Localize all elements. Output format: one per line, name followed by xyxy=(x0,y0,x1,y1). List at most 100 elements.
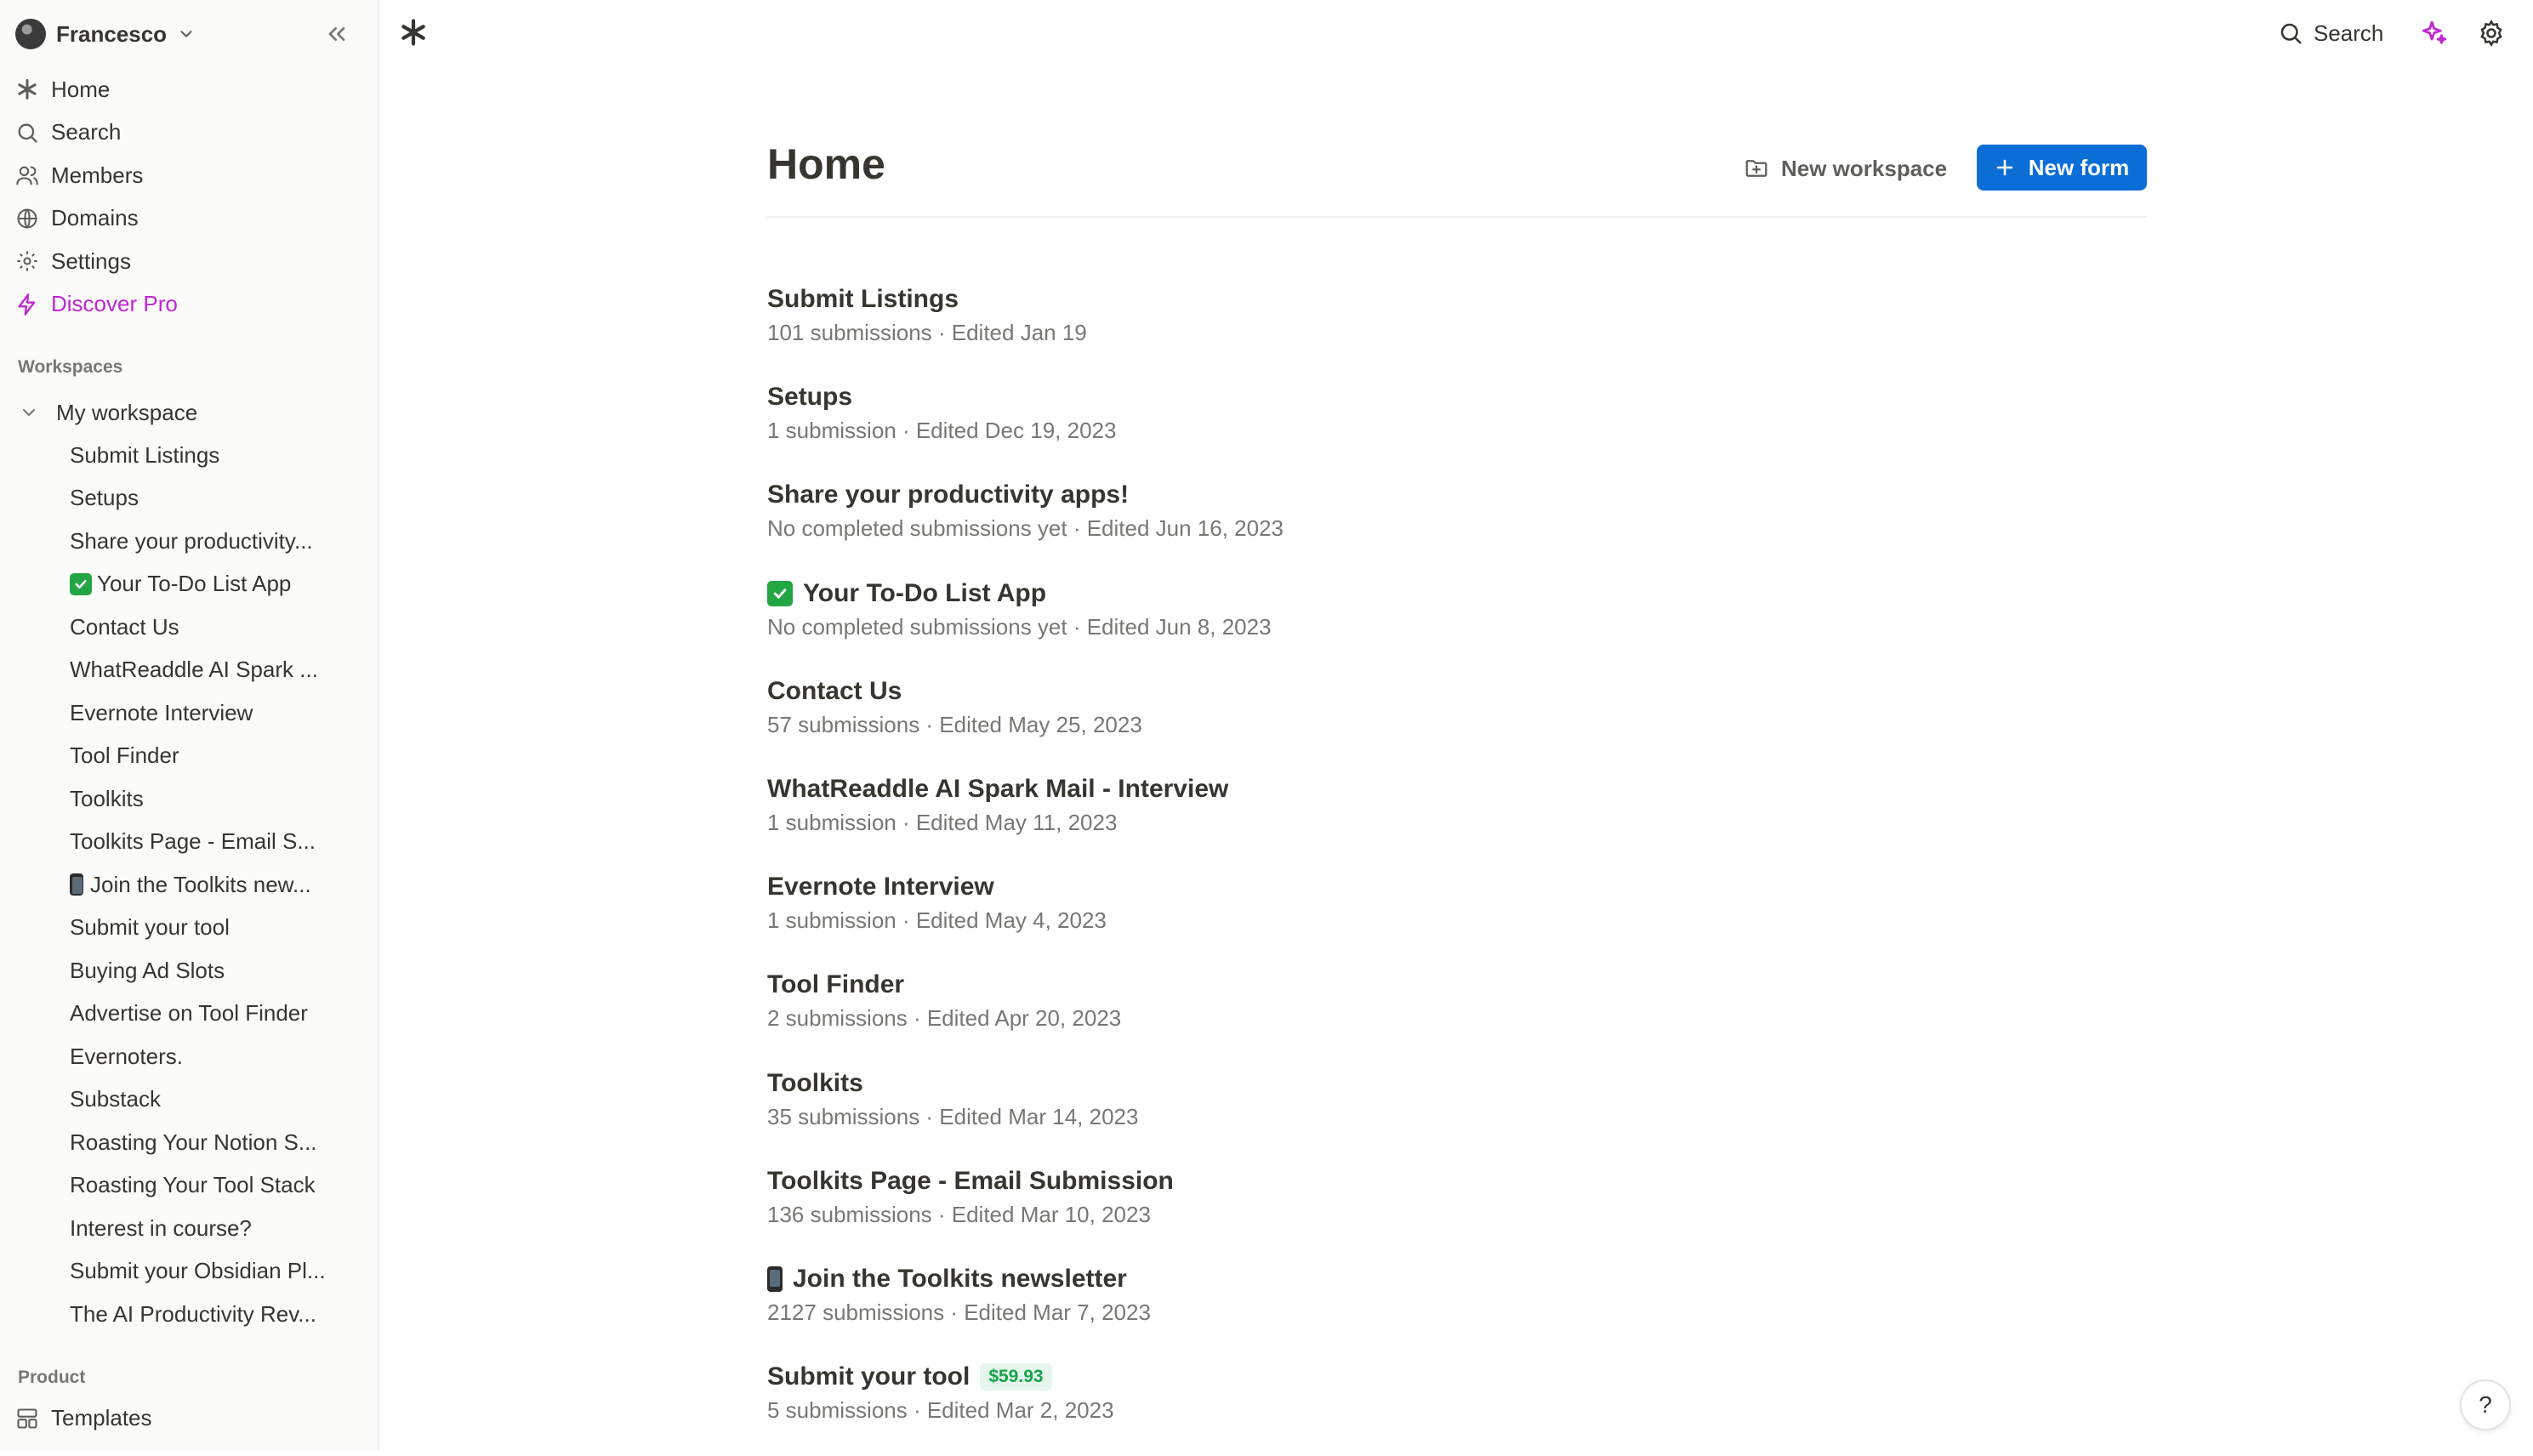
sidebar-item-members[interactable]: Members xyxy=(15,154,364,197)
form-meta: 35 submissions · Edited Mar 14, 2023 xyxy=(767,1103,1139,1129)
sidebar-item-label: Home xyxy=(51,76,111,102)
sidebar-form-item[interactable]: Toolkits xyxy=(70,777,342,821)
form-title: Your To-Do List App xyxy=(803,578,1047,607)
form-meta: 2127 submissions · Edited Mar 7, 2023 xyxy=(767,1299,1151,1325)
sidebar-form-item[interactable]: Substack xyxy=(70,1078,342,1122)
form-list-item[interactable]: Your To-Do List App No completed submiss… xyxy=(767,575,2147,673)
chevron-down-icon xyxy=(180,31,192,37)
top-search-label: Search xyxy=(2314,20,2384,46)
form-title-row: Submit your tool $59.93 xyxy=(767,1358,2147,1396)
form-title-row: Your To-Do List App xyxy=(767,575,2147,612)
new-workspace-label: New workspace xyxy=(1781,155,1948,181)
price-badge: $59.93 xyxy=(980,1363,1052,1391)
sidebar-form-item[interactable]: Submit your tool xyxy=(70,907,342,950)
gear-icon xyxy=(17,251,37,271)
collapse-sidebar-icon[interactable] xyxy=(323,20,350,48)
sidebar-form-item[interactable]: Evernote Interview xyxy=(70,691,342,735)
templates-icon xyxy=(17,1408,37,1429)
sidebar-item-label: Templates xyxy=(51,1405,152,1430)
sidebar-item-search[interactable]: Search xyxy=(15,111,364,155)
asterisk-logo-icon[interactable] xyxy=(398,17,429,48)
help-button[interactable]: ? xyxy=(2460,1379,2511,1430)
sidebar-item-label: Discover Pro xyxy=(51,291,178,317)
sidebar-form-item[interactable]: Interest in course? xyxy=(70,1207,342,1250)
workspace-name: My workspace xyxy=(56,399,198,425)
form-list-item[interactable]: Toolkits Page - Email Submission 136 sub… xyxy=(767,1163,2147,1260)
sidebar-form-item[interactable]: Buying Ad Slots xyxy=(70,949,342,992)
account-switcher[interactable]: Francesco xyxy=(15,17,196,51)
sidebar-form-item[interactable]: Contact Us xyxy=(70,606,342,649)
sidebar-form-item[interactable]: Your To-Do List App xyxy=(70,563,342,606)
chevron-down-icon xyxy=(22,408,36,417)
form-meta: 5 submissions · Edited Mar 2, 2023 xyxy=(767,1397,1114,1424)
sidebar-form-item[interactable]: Setups xyxy=(70,477,342,520)
asterisk-icon xyxy=(18,79,37,100)
form-title: Toolkits xyxy=(767,1068,863,1097)
search-icon xyxy=(18,123,37,143)
form-list-item[interactable]: Tool Finder 2 submissions · Edited Apr 2… xyxy=(767,966,2147,1064)
globe-icon xyxy=(17,208,37,229)
top-search-button[interactable]: Search xyxy=(2278,17,2383,49)
form-meta: 1 submission · Edited May 4, 2023 xyxy=(767,907,1107,934)
sidebar-item-domains[interactable]: Domains xyxy=(15,197,364,241)
sidebar-form-item[interactable]: Roasting Your Notion S... xyxy=(70,1121,342,1164)
search-icon xyxy=(2280,23,2302,44)
sidebar-item-home[interactable]: Home xyxy=(15,68,364,111)
form-title: Submit your tool xyxy=(767,1362,971,1391)
sidebar-item-settings[interactable]: Settings xyxy=(15,240,364,283)
workspace-form-list: Submit Listings Setups Share your produc… xyxy=(70,434,342,1336)
gear-icon[interactable] xyxy=(2477,19,2506,48)
sidebar-item-label: Search xyxy=(51,119,122,145)
form-list-item[interactable]: Evernote Interview 1 submission · Edited… xyxy=(767,868,2147,966)
sidebar-nav: Home Search Members Domains Settings Dis… xyxy=(15,68,364,326)
form-list-item[interactable]: Contact Us 57 submissions · Edited May 2… xyxy=(767,673,2147,771)
new-form-button[interactable]: New form xyxy=(1977,145,2147,191)
sidebar-form-item[interactable]: Evernoters. xyxy=(70,1035,342,1078)
sidebar-form-item[interactable]: The AI Productivity Rev... xyxy=(70,1293,342,1336)
plus-icon xyxy=(1996,159,2013,176)
form-title: Tool Finder xyxy=(767,970,905,999)
form-list-item[interactable]: Toolkits 35 submissions · Edited Mar 14,… xyxy=(767,1065,2147,1163)
sidebar-form-item[interactable]: Submit your Obsidian Pl... xyxy=(70,1250,342,1294)
sidebar-form-item[interactable]: Advertise on Tool Finder xyxy=(70,992,342,1036)
form-title: Join the Toolkits newsletter xyxy=(793,1264,1127,1293)
folder-plus-icon xyxy=(1745,160,1767,177)
form-title: Toolkits Page - Email Submission xyxy=(767,1166,1174,1195)
form-list-item[interactable]: Submit your tool $59.93 5 submissions · … xyxy=(767,1358,2147,1456)
sidebar-item-label: Domains xyxy=(51,205,139,231)
form-meta: No completed submissions yet · Edited Ju… xyxy=(767,515,1284,542)
sidebar-form-item[interactable]: Share your productivity... xyxy=(70,520,342,563)
sparkle-icon[interactable] xyxy=(2420,19,2449,48)
form-list-item[interactable]: WhatReaddle AI Spark Mail - Interview 1 … xyxy=(767,771,2147,868)
form-meta: No completed submissions yet · Edited Ju… xyxy=(767,613,1272,640)
form-title: Evernote Interview xyxy=(767,873,994,901)
sidebar-item-label: Settings xyxy=(51,247,131,274)
form-list-item[interactable]: Submit Listings 101 submissions · Edited… xyxy=(767,281,2147,378)
check-mark-icon xyxy=(767,580,793,606)
sidebar-item-templates[interactable]: Templates xyxy=(15,1405,152,1431)
form-meta: 1 submission · Edited May 11, 2023 xyxy=(767,809,1118,835)
page-title: Home xyxy=(767,140,885,188)
new-workspace-button[interactable]: New workspace xyxy=(1744,151,1947,185)
form-list: Submit Listings 101 submissions · Edited… xyxy=(767,281,2147,1456)
form-title: Setups xyxy=(767,383,853,412)
form-list-item[interactable]: Share your productivity apps! No complet… xyxy=(767,476,2147,574)
sidebar-form-item[interactable]: WhatReaddle AI Spark ... xyxy=(70,649,342,692)
sidebar-form-item[interactable]: Roasting Your Tool Stack xyxy=(70,1164,342,1208)
check-mark-icon xyxy=(70,572,92,595)
sidebar-form-item[interactable]: Tool Finder xyxy=(70,735,342,778)
form-list-item[interactable]: Join the Toolkits newsletter 2127 submis… xyxy=(767,1260,2147,1358)
sidebar-form-item[interactable]: Toolkits Page - Email S... xyxy=(70,821,342,864)
form-title: Submit Listings xyxy=(767,285,959,313)
sidebar-form-item[interactable]: Join the Toolkits new... xyxy=(70,863,342,907)
sidebar-form-label: Your To-Do List App xyxy=(97,571,292,597)
header-divider xyxy=(767,216,2147,218)
workspace-toggle[interactable]: My workspace xyxy=(19,395,197,430)
form-list-item[interactable]: Setups 1 submission · Edited Dec 19, 202… xyxy=(767,378,2147,476)
sidebar-item-discover-pro[interactable]: Discover Pro xyxy=(15,283,364,327)
form-title: WhatReaddle AI Spark Mail - Interview xyxy=(767,774,1229,803)
sidebar-form-item[interactable]: Submit Listings xyxy=(70,434,342,477)
new-form-label: New form xyxy=(2028,154,2130,180)
sidebar-item-label: Members xyxy=(51,162,144,188)
workspaces-label: Workspaces xyxy=(18,357,123,377)
